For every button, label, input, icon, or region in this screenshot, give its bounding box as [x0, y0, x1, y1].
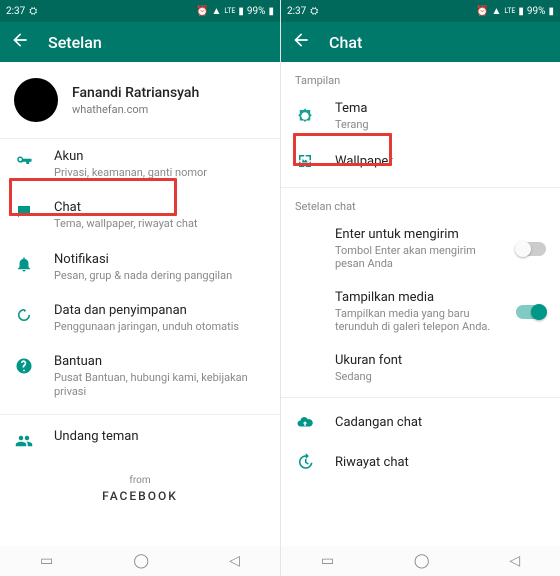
- divider: [281, 397, 560, 398]
- profile-sub: whathefan.com: [72, 103, 199, 116]
- nav-recent-icon[interactable]: ▭: [40, 553, 53, 569]
- row-show-media[interactable]: Tampilkan media Tampilkan media yang bar…: [281, 280, 560, 343]
- status-icon: ⛭: [310, 6, 318, 17]
- battery-pct: 99%: [527, 6, 546, 17]
- row-sub: Tampilkan media yang baru terunduh di ga…: [335, 307, 496, 333]
- android-nav: ▭ ◯ ◁: [0, 546, 280, 576]
- row-enter-to-send[interactable]: Enter untuk mengirim Tombol Enter akan m…: [281, 217, 560, 280]
- status-time: 2:37: [287, 6, 306, 17]
- item-sub: Privasi, keamanan, ganti nomor: [54, 166, 266, 180]
- footer-from: from: [0, 475, 280, 486]
- people-icon: [14, 431, 34, 451]
- row-title: Tema: [335, 101, 546, 116]
- footer-brand: FACEBOOK: [0, 489, 280, 503]
- app-bar-title: Setelan: [48, 33, 102, 52]
- nav-recent-icon[interactable]: ▭: [321, 553, 334, 569]
- item-sub: Pesan, grup & nada dering panggilan: [54, 269, 266, 283]
- app-bar-title: Chat: [329, 33, 362, 52]
- data-icon: [14, 305, 34, 325]
- row-title: Enter untuk mengirim: [335, 227, 496, 242]
- row-theme[interactable]: Tema Terang: [281, 91, 560, 141]
- chat-icon: [14, 202, 34, 222]
- settings-item-data[interactable]: Data dan penyimpanan Penggunaan jaringan…: [0, 293, 280, 344]
- screen-settings: 2:37 ⛭ ⏰ ▲ LTE ▮ 99% ▮ Setelan Fanandi R…: [0, 0, 280, 576]
- screen-chat-settings: 2:37 ⛭ ⏰ ▲ LTE ▮ 99% ▮ Chat Tampilan Tem…: [280, 0, 560, 576]
- item-title: Notifikasi: [54, 252, 266, 267]
- cloud-upload-icon: [295, 412, 315, 432]
- key-icon: [14, 151, 34, 171]
- row-title: Ukuran font: [335, 353, 546, 368]
- profile-row[interactable]: Fanandi Ratriansyah whathefan.com: [0, 62, 280, 138]
- avatar: [14, 78, 58, 122]
- settings-item-notifications[interactable]: Notifikasi Pesan, grup & nada dering pan…: [0, 242, 280, 293]
- nav-back-icon[interactable]: ◁: [509, 553, 520, 569]
- item-sub: Pusat Bantuan, hubungi kami, kebijakan p…: [54, 371, 266, 400]
- status-time: 2:37: [6, 6, 25, 17]
- back-button[interactable]: [291, 30, 311, 55]
- item-sub: Tema, wallpaper, riwayat chat: [54, 217, 266, 231]
- settings-item-account[interactable]: Akun Privasi, keamanan, ganti nomor: [0, 139, 280, 190]
- item-title: Data dan penyimpanan: [54, 303, 266, 318]
- lte-icon: LTE: [224, 7, 235, 15]
- row-sub: Sedang: [335, 370, 546, 383]
- signal-bars-icon: ▮: [518, 6, 524, 17]
- item-sub: Penggunaan jaringan, unduh otomatis: [54, 320, 266, 334]
- back-button[interactable]: [10, 30, 30, 55]
- bell-icon: [14, 254, 34, 274]
- section-display: Tampilan: [281, 62, 560, 91]
- signal-icon: ▲: [211, 6, 221, 17]
- section-chat: Setelan chat: [281, 188, 560, 217]
- settings-item-help[interactable]: Bantuan Pusat Bantuan, hubungi kami, keb…: [0, 344, 280, 410]
- settings-item-chat[interactable]: Chat Tema, wallpaper, riwayat chat: [0, 190, 280, 241]
- status-icon: ⛭: [29, 6, 37, 17]
- settings-item-invite[interactable]: Undang teman: [0, 419, 280, 461]
- row-title: Cadangan chat: [335, 415, 546, 430]
- android-nav: ▭ ◯ ◁: [281, 546, 560, 576]
- item-title: Chat: [54, 200, 266, 215]
- alarm-icon: ⏰: [476, 6, 488, 17]
- lte-icon: LTE: [504, 7, 515, 15]
- status-bar: 2:37 ⛭ ⏰ ▲ LTE ▮ 99% ▮: [281, 0, 560, 22]
- nav-back-icon[interactable]: ◁: [229, 553, 240, 569]
- wallpaper-icon: [295, 151, 315, 171]
- item-title: Akun: [54, 149, 266, 164]
- row-sub: Terang: [335, 118, 546, 131]
- history-icon: [295, 452, 315, 472]
- row-title: Wallpaper: [335, 154, 546, 169]
- item-title: Bantuan: [54, 354, 266, 369]
- item-title: Undang teman: [54, 429, 266, 444]
- alarm-icon: ⏰: [196, 6, 208, 17]
- brightness-icon: [295, 106, 315, 126]
- battery-icon: ▮: [548, 6, 554, 17]
- row-wallpaper[interactable]: Wallpaper: [281, 141, 560, 181]
- app-bar: Setelan: [0, 22, 280, 62]
- toggle-show-media[interactable]: [516, 305, 546, 319]
- signal-icon: ▲: [491, 6, 501, 17]
- row-sub: Tombol Enter akan mengirim pesan Anda: [335, 244, 496, 270]
- row-backup-chat[interactable]: Cadangan chat: [281, 402, 560, 442]
- status-bar: 2:37 ⛭ ⏰ ▲ LTE ▮ 99% ▮: [0, 0, 280, 22]
- battery-icon: ▮: [268, 6, 274, 17]
- nav-home-icon[interactable]: ◯: [133, 553, 149, 569]
- battery-pct: 99%: [247, 6, 266, 17]
- nav-home-icon[interactable]: ◯: [414, 553, 430, 569]
- row-chat-history[interactable]: Riwayat chat: [281, 442, 560, 482]
- row-title: Tampilkan media: [335, 290, 496, 305]
- row-font-size[interactable]: Ukuran font Sedang: [281, 343, 560, 393]
- divider: [0, 414, 280, 415]
- help-icon: [14, 356, 34, 376]
- row-title: Riwayat chat: [335, 455, 546, 470]
- profile-name: Fanandi Ratriansyah: [72, 85, 199, 101]
- signal-bars-icon: ▮: [238, 6, 244, 17]
- app-bar: Chat: [281, 22, 560, 62]
- toggle-enter-send[interactable]: [516, 242, 546, 256]
